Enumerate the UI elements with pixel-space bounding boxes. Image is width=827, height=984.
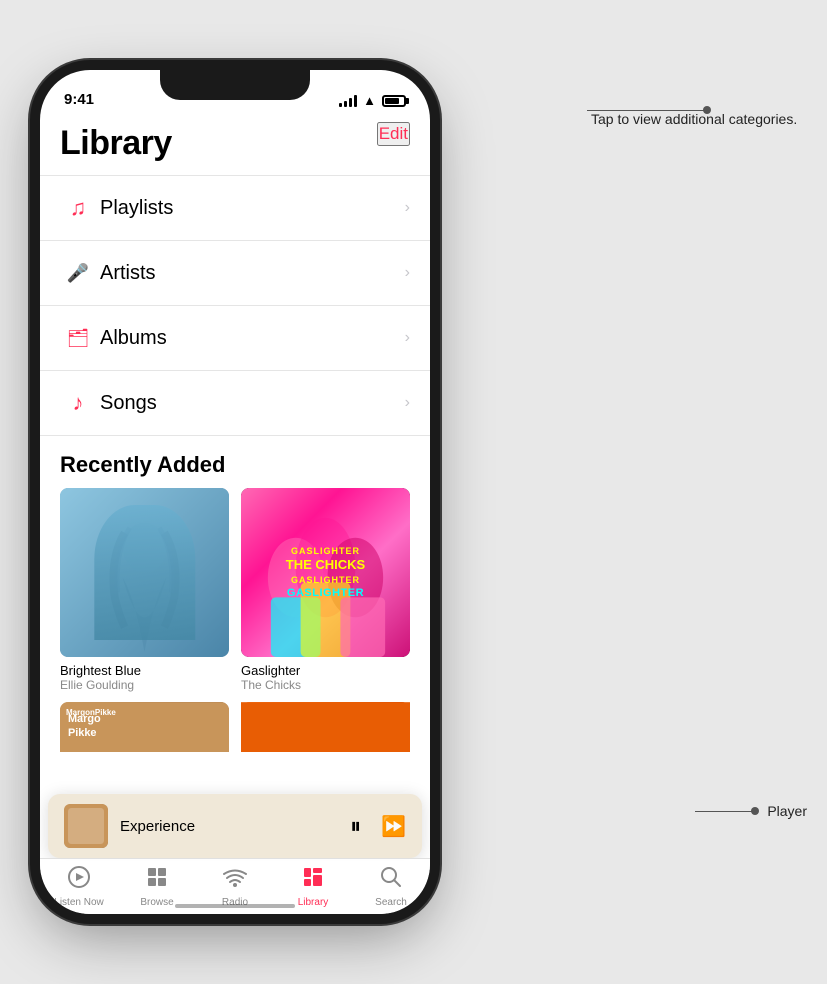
edit-callout: Tap to view additional categories. [587, 90, 807, 130]
home-indicator [175, 904, 295, 908]
svg-text:Margo: Margo [68, 713, 101, 725]
gaslighter-text-sub: GASLIGHTER [287, 587, 364, 599]
album-item-margo[interactable]: Margo Pikke [60, 702, 229, 752]
tab-radio[interactable]: Radio [196, 865, 274, 908]
edit-button[interactable]: Edit [377, 122, 410, 146]
status-icons: ▲ [339, 93, 406, 108]
menu-item-albums[interactable]: 🗂 Albums › [40, 306, 430, 371]
albums-label: Albums [100, 327, 405, 350]
tab-search[interactable]: Search [352, 865, 430, 908]
songs-icon: ♪ [60, 385, 96, 421]
search-icon [379, 865, 403, 895]
forward-button[interactable]: ⏩ [381, 814, 406, 839]
tab-label-browse: Browse [140, 897, 173, 908]
signal-icon [339, 95, 357, 107]
artists-icon: 🎤 [60, 255, 96, 291]
chevron-right-icon: › [405, 264, 410, 282]
player-callout: Player [695, 803, 807, 819]
album-cover-orange [241, 702, 410, 752]
chevron-right-icon: › [405, 329, 410, 347]
album-artist-chicks: The Chicks [241, 678, 410, 692]
battery-icon [382, 95, 406, 107]
tab-label-listen-now: Listen Now [54, 897, 103, 908]
menu-item-artists[interactable]: 🎤 Artists › [40, 241, 430, 306]
album-artist-ellie: Ellie Goulding [60, 678, 229, 692]
album-grid-second-row: Margo Pikke [40, 692, 430, 752]
player-song-info: Experience [120, 818, 338, 835]
songs-label: Songs [100, 392, 405, 415]
album-name-gaslighter: Gaslighter [241, 663, 410, 678]
album-cover-brightest-blue [60, 488, 229, 657]
tab-listen-now[interactable]: Listen Now [40, 865, 118, 908]
wifi-icon: ▲ [363, 93, 376, 108]
player-thumbnail [64, 804, 108, 848]
menu-item-playlists[interactable]: ♫ Playlists › [40, 175, 430, 241]
library-icon [301, 865, 325, 895]
notch [160, 70, 310, 100]
menu-list: ♫ Playlists › 🎤 Artists › 🗂 Albums › ♪ S… [40, 175, 430, 436]
albums-icon: 🗂 [60, 320, 96, 356]
gaslighter-text-top: GASLIGHTER [291, 546, 360, 556]
artists-label: Artists [100, 262, 405, 285]
pause-button[interactable]: ⏸ [350, 813, 361, 839]
album-name-brightest-blue: Brightest Blue [60, 663, 229, 678]
tab-label-search: Search [375, 897, 407, 908]
album-item-orange[interactable] [241, 702, 410, 752]
playlists-label: Playlists [100, 197, 405, 220]
tab-browse[interactable]: Browse [118, 865, 196, 908]
mini-player[interactable]: Experience ⏸ ⏩ [48, 794, 422, 858]
gaslighter-text-bottom: GASLIGHTER [291, 575, 360, 585]
album-item-gaslighter[interactable]: GASLIGHTER THE CHICKS GASLIGHTER GASLIGH… [241, 488, 410, 692]
player-controls: ⏸ ⏩ [350, 813, 406, 839]
playlists-icon: ♫ [60, 190, 96, 226]
browse-icon [145, 865, 169, 895]
status-time: 9:41 [64, 91, 94, 108]
chevron-right-icon: › [405, 394, 410, 412]
page-title: Library [40, 114, 430, 163]
player-callout-text: Player [767, 803, 807, 819]
gaslighter-band-name: THE CHICKS [286, 558, 365, 572]
recently-added-title: Recently Added [40, 436, 430, 488]
chicks-cover-art: GASLIGHTER THE CHICKS GASLIGHTER GASLIGH… [241, 488, 410, 657]
tab-label-library: Library [298, 897, 329, 908]
tab-library[interactable]: Library [274, 865, 352, 908]
album-cover-margo: Margo Pikke [60, 702, 229, 752]
listen-now-icon [67, 865, 91, 895]
menu-item-songs[interactable]: ♪ Songs › [40, 371, 430, 436]
player-song-title: Experience [120, 818, 338, 835]
album-cover-gaslighter: GASLIGHTER THE CHICKS GASLIGHTER GASLIGH… [241, 488, 410, 657]
phone-frame: 9:41 ▲ Edit Library [40, 70, 430, 914]
radio-icon [223, 865, 247, 895]
chevron-right-icon: › [405, 199, 410, 217]
ellie-cover-art [60, 488, 229, 657]
album-grid: Brightest Blue Ellie Goulding [40, 488, 430, 692]
phone-content: Edit Library ♫ Playlists › 🎤 Artists › 🗂… [40, 114, 430, 914]
svg-text:Pikke: Pikke [68, 727, 97, 739]
album-item-brightest-blue[interactable]: Brightest Blue Ellie Goulding [60, 488, 229, 692]
